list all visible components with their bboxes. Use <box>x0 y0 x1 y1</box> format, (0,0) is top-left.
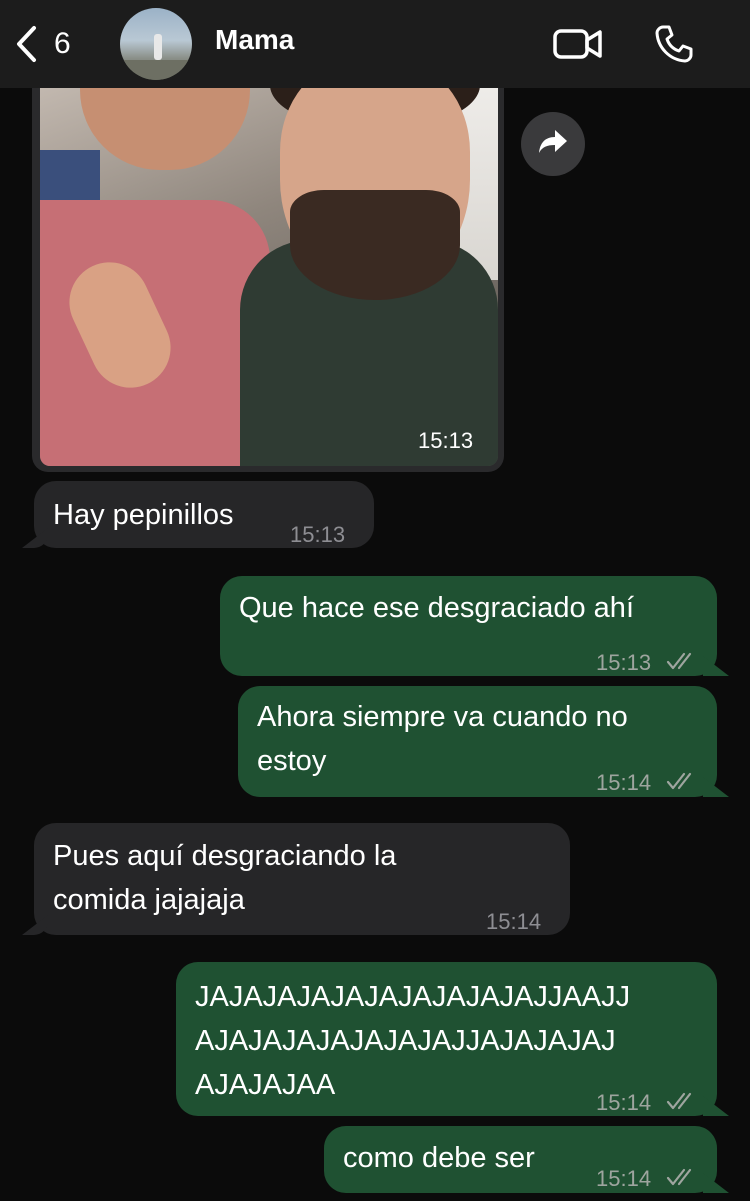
phone-icon[interactable] <box>654 24 694 69</box>
contact-name[interactable]: Mama <box>215 24 294 56</box>
message-outgoing[interactable]: Que hace ese desgraciado ahí 15:13 <box>220 576 717 676</box>
message-time: 15:14 <box>596 770 652 795</box>
message-time: 15:14 <box>596 1166 652 1191</box>
chevron-left-icon <box>14 24 38 64</box>
message-time: 15:14 <box>486 909 542 934</box>
chat-header: 6 Mama <box>0 0 750 88</box>
read-receipt-icon <box>666 1157 698 1201</box>
message-time: 15:13 <box>290 522 346 547</box>
contact-avatar[interactable] <box>120 8 192 80</box>
forward-button[interactable] <box>521 112 585 176</box>
message-incoming[interactable]: Hay pepinillos 15:13 <box>34 481 374 548</box>
message-text: Pues aquí desgraciando la comida jajajaj… <box>53 840 397 916</box>
message-text: Ahora siempre va cuando no estoy <box>257 701 628 777</box>
message-incoming[interactable]: Pues aquí desgraciando la comida jajajaj… <box>34 823 570 935</box>
message-text: Hay pepinillos <box>53 499 234 531</box>
forward-arrow-icon <box>537 128 569 161</box>
video-camera-icon[interactable] <box>552 26 604 67</box>
message-time: 15:13 <box>596 650 652 675</box>
read-receipt-icon <box>666 1081 698 1125</box>
unread-count: 6 <box>54 27 71 60</box>
message-text: JAJAJAJAJAJAJAJAJAJAJJAAJJ AJAJAJAJAJAJA… <box>195 981 631 1101</box>
message-outgoing[interactable]: JAJAJAJAJAJAJAJAJAJAJJAAJJ AJAJAJAJAJAJA… <box>176 962 717 1116</box>
message-outgoing[interactable]: Ahora siempre va cuando no estoy 15:14 <box>238 686 717 797</box>
message-text: Que hace ese desgraciado ahí <box>239 592 634 624</box>
message-time: 15:14 <box>596 1090 652 1115</box>
back-button[interactable]: 6 <box>14 22 94 66</box>
read-receipt-icon <box>666 641 698 685</box>
message-outgoing[interactable]: como debe ser 15:14 <box>324 1126 717 1193</box>
photo-image[interactable] <box>40 60 498 466</box>
message-time: 15:13 <box>418 428 474 453</box>
message-text: como debe ser <box>343 1142 535 1174</box>
read-receipt-icon <box>666 761 698 805</box>
